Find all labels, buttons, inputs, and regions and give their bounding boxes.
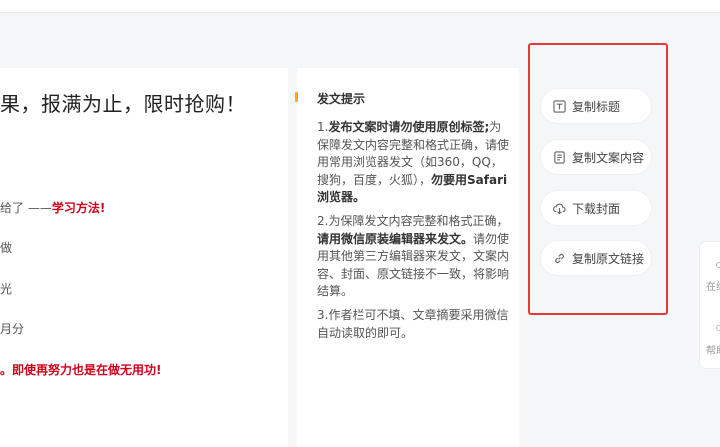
cloud-download-icon <box>553 203 566 214</box>
link-icon <box>555 253 564 263</box>
article-line: 做 <box>0 241 13 255</box>
copy-title-label: 复制标题 <box>572 99 621 114</box>
download-cover-button[interactable]: 下载封面 <box>541 191 651 225</box>
article-line: 光 <box>0 282 13 296</box>
top-bar <box>0 0 720 13</box>
help-label: 帮助 <box>706 346 720 357</box>
tips-title: 发文提示 <box>317 92 366 106</box>
article-title: 果，报满为止，限时抢购！ <box>0 92 246 116</box>
help-icon <box>716 325 720 331</box>
tip-item-3: 3.作者栏可不填、文章摘要采用微信自动读取的即可。 <box>317 308 509 340</box>
article-line-emphasis: 。即使再努力也是在做无用功! <box>0 363 162 377</box>
copy-content-button[interactable]: 复制文案内容 <box>541 140 651 174</box>
download-cover-label: 下载封面 <box>572 201 621 216</box>
document-icon <box>554 150 565 164</box>
copy-original-link-button[interactable]: 复制原文链接 <box>541 241 651 275</box>
copy-title-button[interactable]: 复制标题 <box>541 89 651 123</box>
copy-content-label: 复制文案内容 <box>572 150 645 165</box>
online-icon <box>716 262 720 268</box>
tip-item-1: 1.发布文案时请勿使用原创标签;为保障发文内容完整和格式正确，请使用常用浏览器发… <box>317 120 510 204</box>
tips-accent-bar <box>295 92 298 102</box>
online-label: 在线 <box>706 282 720 293</box>
title-icon <box>553 99 566 113</box>
tip-item-2: 2.为保障发文内容完整和格式正确，请用微信原装编辑器来发文。请勿使用其他第三方编… <box>317 214 510 298</box>
article-preview-card <box>0 68 288 447</box>
copy-original-link-label: 复制原文链接 <box>572 251 645 266</box>
article-line: 给了 ——学习方法! <box>0 201 106 215</box>
article-line: 月分 <box>0 322 25 336</box>
